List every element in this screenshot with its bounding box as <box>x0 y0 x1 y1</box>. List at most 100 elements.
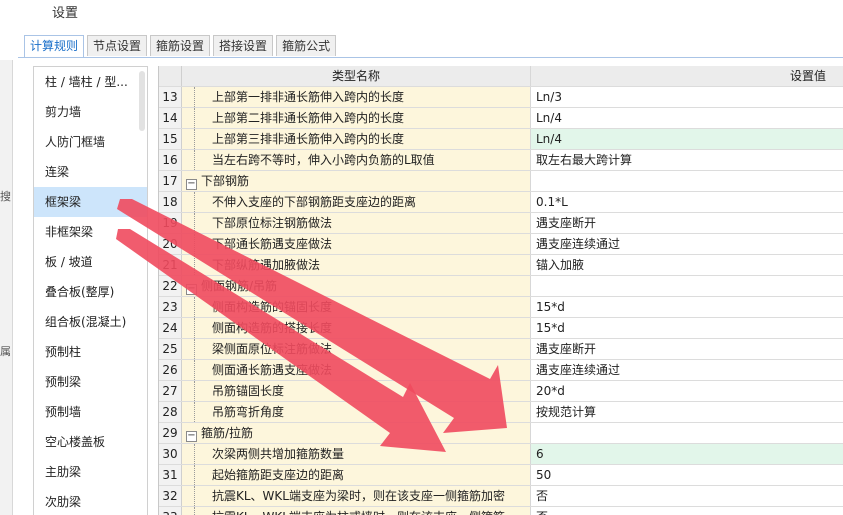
row-number: 26 <box>159 360 182 380</box>
tab-lap-settings[interactable]: 搭接设置 <box>213 35 274 56</box>
row-type-name: 侧面构造筋的锚固长度 <box>182 297 531 317</box>
row-setting-value[interactable]: 遇支座断开 <box>531 339 843 359</box>
header-value[interactable]: 设置值 <box>531 66 843 86</box>
row-number: 15 <box>159 129 182 149</box>
row-type-name: 起始箍筋距支座边的距离 <box>182 465 531 485</box>
row-setting-value[interactable]: 15*d <box>531 318 843 338</box>
row-type-name: − 箍筋/拉筋 <box>182 423 531 443</box>
row-number: 22 <box>159 276 182 296</box>
row-number: 28 <box>159 402 182 422</box>
sidebar-item[interactable]: 空心楼盖板 <box>34 427 147 457</box>
tab-node-settings[interactable]: 节点设置 <box>87 35 148 56</box>
table-row[interactable]: 20 下部通长筋遇支座做法 遇支座连续通过 <box>159 234 843 255</box>
table-group-row[interactable]: 17− 下部钢筋 <box>159 171 843 192</box>
row-number: 24 <box>159 318 182 338</box>
table-row[interactable]: 21 下部纵筋遇加腋做法 锚入加腋 <box>159 255 843 276</box>
table-row[interactable]: 16 当左右跨不等时，伸入小跨内负筋的L取值 取左右最大跨计算 <box>159 150 843 171</box>
row-setting-value[interactable]: Ln/3 <box>531 87 843 107</box>
row-setting-value[interactable]: 锚入加腋 <box>531 255 843 275</box>
table-row[interactable]: 33 抗震KL、WKL端支座为柱或墙时，则在该支座一侧箍筋 否 <box>159 507 843 515</box>
sidebar-item[interactable]: 叠合板(整厚) <box>34 277 147 307</box>
tab-stirrup-formula[interactable]: 箍筋公式 <box>276 35 337 56</box>
table-row[interactable]: 27 吊筋锚固长度 20*d <box>159 381 843 402</box>
row-type-name: 上部第一排非通长筋伸入跨内的长度 <box>182 87 531 107</box>
sidebar-item[interactable]: 人防门框墙 <box>34 127 147 157</box>
table-row[interactable]: 18 不伸入支座的下部钢筋距支座边的距离 0.1*L <box>159 192 843 213</box>
row-setting-value[interactable] <box>531 276 843 296</box>
sidebar-item[interactable]: 非框架梁 <box>34 217 147 247</box>
row-number: 27 <box>159 381 182 401</box>
sidebar-item[interactable]: 预制梁 <box>34 367 147 397</box>
table-row[interactable]: 32 抗震KL、WKL端支座为梁时，则在该支座一侧箍筋加密 否 <box>159 486 843 507</box>
row-type-label: 侧面构造筋的搭接长度 <box>212 321 333 335</box>
row-setting-value[interactable]: Ln/4 <box>531 129 843 149</box>
row-type-label: 吊筋锚固长度 <box>212 384 285 398</box>
table-row[interactable]: 23 侧面构造筋的锚固长度 15*d <box>159 297 843 318</box>
table-row[interactable]: 31 起始箍筋距支座边的距离 50 <box>159 465 843 486</box>
row-type-label: 下部纵筋遇加腋做法 <box>212 258 321 272</box>
row-number: 30 <box>159 444 182 464</box>
sidebar-item[interactable]: 柱 / 墙柱 / 型... <box>34 67 147 97</box>
row-type-name: 不伸入支座的下部钢筋距支座边的距离 <box>182 192 531 212</box>
row-setting-value[interactable] <box>531 423 843 443</box>
header-type-name[interactable]: 类型名称 <box>182 66 531 86</box>
sidebar-scrollbar[interactable] <box>139 71 145 131</box>
row-setting-value[interactable]: 遇支座断开 <box>531 213 843 233</box>
row-number: 16 <box>159 150 182 170</box>
component-list[interactable]: 柱 / 墙柱 / 型... 剪力墙 人防门框墙 连梁 框架梁 非框架梁板 / 坡道 叠合板(… <box>33 66 148 515</box>
tab-calc-rules[interactable]: 计算规则 <box>24 35 85 58</box>
table-row[interactable]: 19 下部原位标注钢筋做法 遇支座断开 <box>159 213 843 234</box>
table-row[interactable]: 24 侧面构造筋的搭接长度 15*d <box>159 318 843 339</box>
sidebar-item[interactable]: 预制柱 <box>34 337 147 367</box>
sidebar-item[interactable]: 预制墙 <box>34 397 147 427</box>
collapse-toggle-icon[interactable]: − <box>186 431 197 442</box>
row-type-name: 侧面通长筋遇支座做法 <box>182 360 531 380</box>
row-setting-value[interactable]: 15*d <box>531 297 843 317</box>
row-type-label: 下部钢筋 <box>201 174 250 188</box>
row-number: 25 <box>159 339 182 359</box>
row-setting-value[interactable]: 50 <box>531 465 843 485</box>
row-setting-value[interactable]: 按规范计算 <box>531 402 843 422</box>
table-group-row[interactable]: 22− 侧面钢筋/吊筋 <box>159 276 843 297</box>
row-type-name: 吊筋锚固长度 <box>182 381 531 401</box>
sidebar-item[interactable]: 主肋梁 <box>34 457 147 487</box>
tab-divider <box>18 57 843 58</box>
table-row[interactable]: 15 上部第三排非通长筋伸入跨内的长度 Ln/4 <box>159 129 843 150</box>
row-type-label: 侧面构造筋的锚固长度 <box>212 300 333 314</box>
collapse-toggle-icon[interactable]: − <box>186 179 197 190</box>
row-type-label: 上部第一排非通长筋伸入跨内的长度 <box>212 90 405 104</box>
row-setting-value[interactable]: 取左右最大跨计算 <box>531 150 843 170</box>
row-setting-value[interactable]: 6 <box>531 444 843 464</box>
row-setting-value[interactable] <box>531 171 843 191</box>
row-setting-value[interactable]: Ln/4 <box>531 108 843 128</box>
tab-stirrup-settings[interactable]: 箍筋设置 <box>150 35 211 56</box>
row-number: 14 <box>159 108 182 128</box>
row-type-label: 侧面钢筋/吊筋 <box>201 279 278 293</box>
sidebar-item[interactable]: 剪力墙 <box>34 97 147 127</box>
row-type-name: 抗震KL、WKL端支座为柱或墙时，则在该支座一侧箍筋 <box>182 507 531 515</box>
table-row[interactable]: 13 上部第一排非通长筋伸入跨内的长度 Ln/3 <box>159 87 843 108</box>
collapse-toggle-icon[interactable]: − <box>186 284 197 295</box>
row-setting-value[interactable]: 20*d <box>531 381 843 401</box>
row-type-label: 上部第三排非通长筋伸入跨内的长度 <box>212 132 405 146</box>
row-type-label: 次梁两侧共增加箍筋数量 <box>212 447 345 461</box>
sidebar-item[interactable]: 次肋梁 <box>34 487 147 515</box>
row-setting-value[interactable]: 否 <box>531 507 843 515</box>
row-setting-value[interactable]: 遇支座连续通过 <box>531 234 843 254</box>
table-group-row[interactable]: 29− 箍筋/拉筋 <box>159 423 843 444</box>
sidebar-item[interactable]: 连梁 <box>34 157 147 187</box>
sidebar-item[interactable]: 框架梁 <box>34 187 147 217</box>
table-row[interactable]: 30 次梁两侧共增加箍筋数量 6 <box>159 444 843 465</box>
table-row[interactable]: 25 梁侧面原位标注筋做法 遇支座断开 <box>159 339 843 360</box>
row-type-label: 当左右跨不等时，伸入小跨内负筋的L取值 <box>212 153 435 167</box>
row-setting-value[interactable]: 0.1*L <box>531 192 843 212</box>
sidebar-item[interactable]: 组合板(混凝土) <box>34 307 147 337</box>
row-type-label: 下部原位标注钢筋做法 <box>212 216 333 230</box>
table-row[interactable]: 14 上部第二排非通长筋伸入跨内的长度 Ln/4 <box>159 108 843 129</box>
row-type-name: 当左右跨不等时，伸入小跨内负筋的L取值 <box>182 150 531 170</box>
sidebar-item[interactable]: 板 / 坡道 <box>34 247 147 277</box>
table-row[interactable]: 26 侧面通长筋遇支座做法 遇支座连续通过 <box>159 360 843 381</box>
table-row[interactable]: 28 吊筋弯折角度 按规范计算 <box>159 402 843 423</box>
row-setting-value[interactable]: 遇支座连续通过 <box>531 360 843 380</box>
row-setting-value[interactable]: 否 <box>531 486 843 506</box>
